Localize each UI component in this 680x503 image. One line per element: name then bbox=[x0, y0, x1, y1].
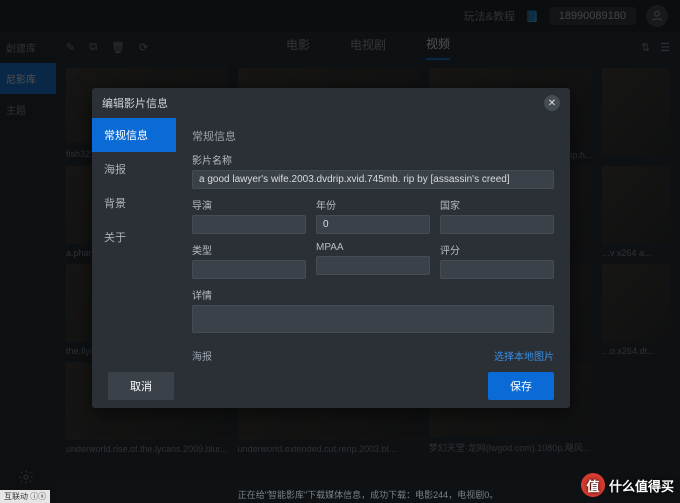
corner-badge: 互联动 ⓘⓧ bbox=[0, 490, 50, 503]
close-icon[interactable]: ✕ bbox=[544, 95, 560, 111]
input-director[interactable] bbox=[192, 215, 306, 234]
modal-side-background[interactable]: 背景 bbox=[92, 186, 176, 220]
label-name: 影片名称 bbox=[192, 152, 554, 167]
modal-side-poster[interactable]: 海报 bbox=[92, 152, 176, 186]
label-genre: 类型 bbox=[192, 242, 306, 257]
watermark: 值 什么值得买 bbox=[581, 473, 674, 497]
label-country: 国家 bbox=[440, 197, 554, 212]
input-genre[interactable] bbox=[192, 260, 306, 279]
input-rating[interactable] bbox=[440, 260, 554, 279]
modal-sidebar: 常规信息 海报 背景 关于 bbox=[92, 118, 176, 364]
watermark-icon: 值 bbox=[581, 473, 605, 497]
label-plot: 详情 bbox=[192, 287, 554, 302]
label-mpaa: MPAA bbox=[316, 242, 430, 253]
input-mpaa[interactable] bbox=[316, 256, 430, 275]
input-name[interactable] bbox=[192, 170, 554, 189]
watermark-text: 什么值得买 bbox=[609, 476, 674, 495]
label-poster: 海报 bbox=[192, 348, 212, 363]
input-plot[interactable] bbox=[192, 305, 554, 333]
pick-local-image[interactable]: 选择本地图片 bbox=[494, 348, 554, 363]
input-year[interactable] bbox=[316, 215, 430, 234]
modal-title: 编辑影片信息 bbox=[102, 95, 168, 111]
section-title: 常规信息 bbox=[192, 128, 554, 144]
cancel-button[interactable]: 取消 bbox=[108, 372, 174, 400]
label-director: 导演 bbox=[192, 197, 306, 212]
modal-side-general[interactable]: 常规信息 bbox=[92, 118, 176, 152]
label-rating: 评分 bbox=[440, 242, 554, 257]
edit-modal: 编辑影片信息 ✕ 常规信息 海报 背景 关于 常规信息 影片名称 导演 年份 国… bbox=[92, 88, 570, 408]
save-button[interactable]: 保存 bbox=[488, 372, 554, 400]
modal-side-about[interactable]: 关于 bbox=[92, 220, 176, 254]
input-country[interactable] bbox=[440, 215, 554, 234]
label-year: 年份 bbox=[316, 197, 430, 212]
